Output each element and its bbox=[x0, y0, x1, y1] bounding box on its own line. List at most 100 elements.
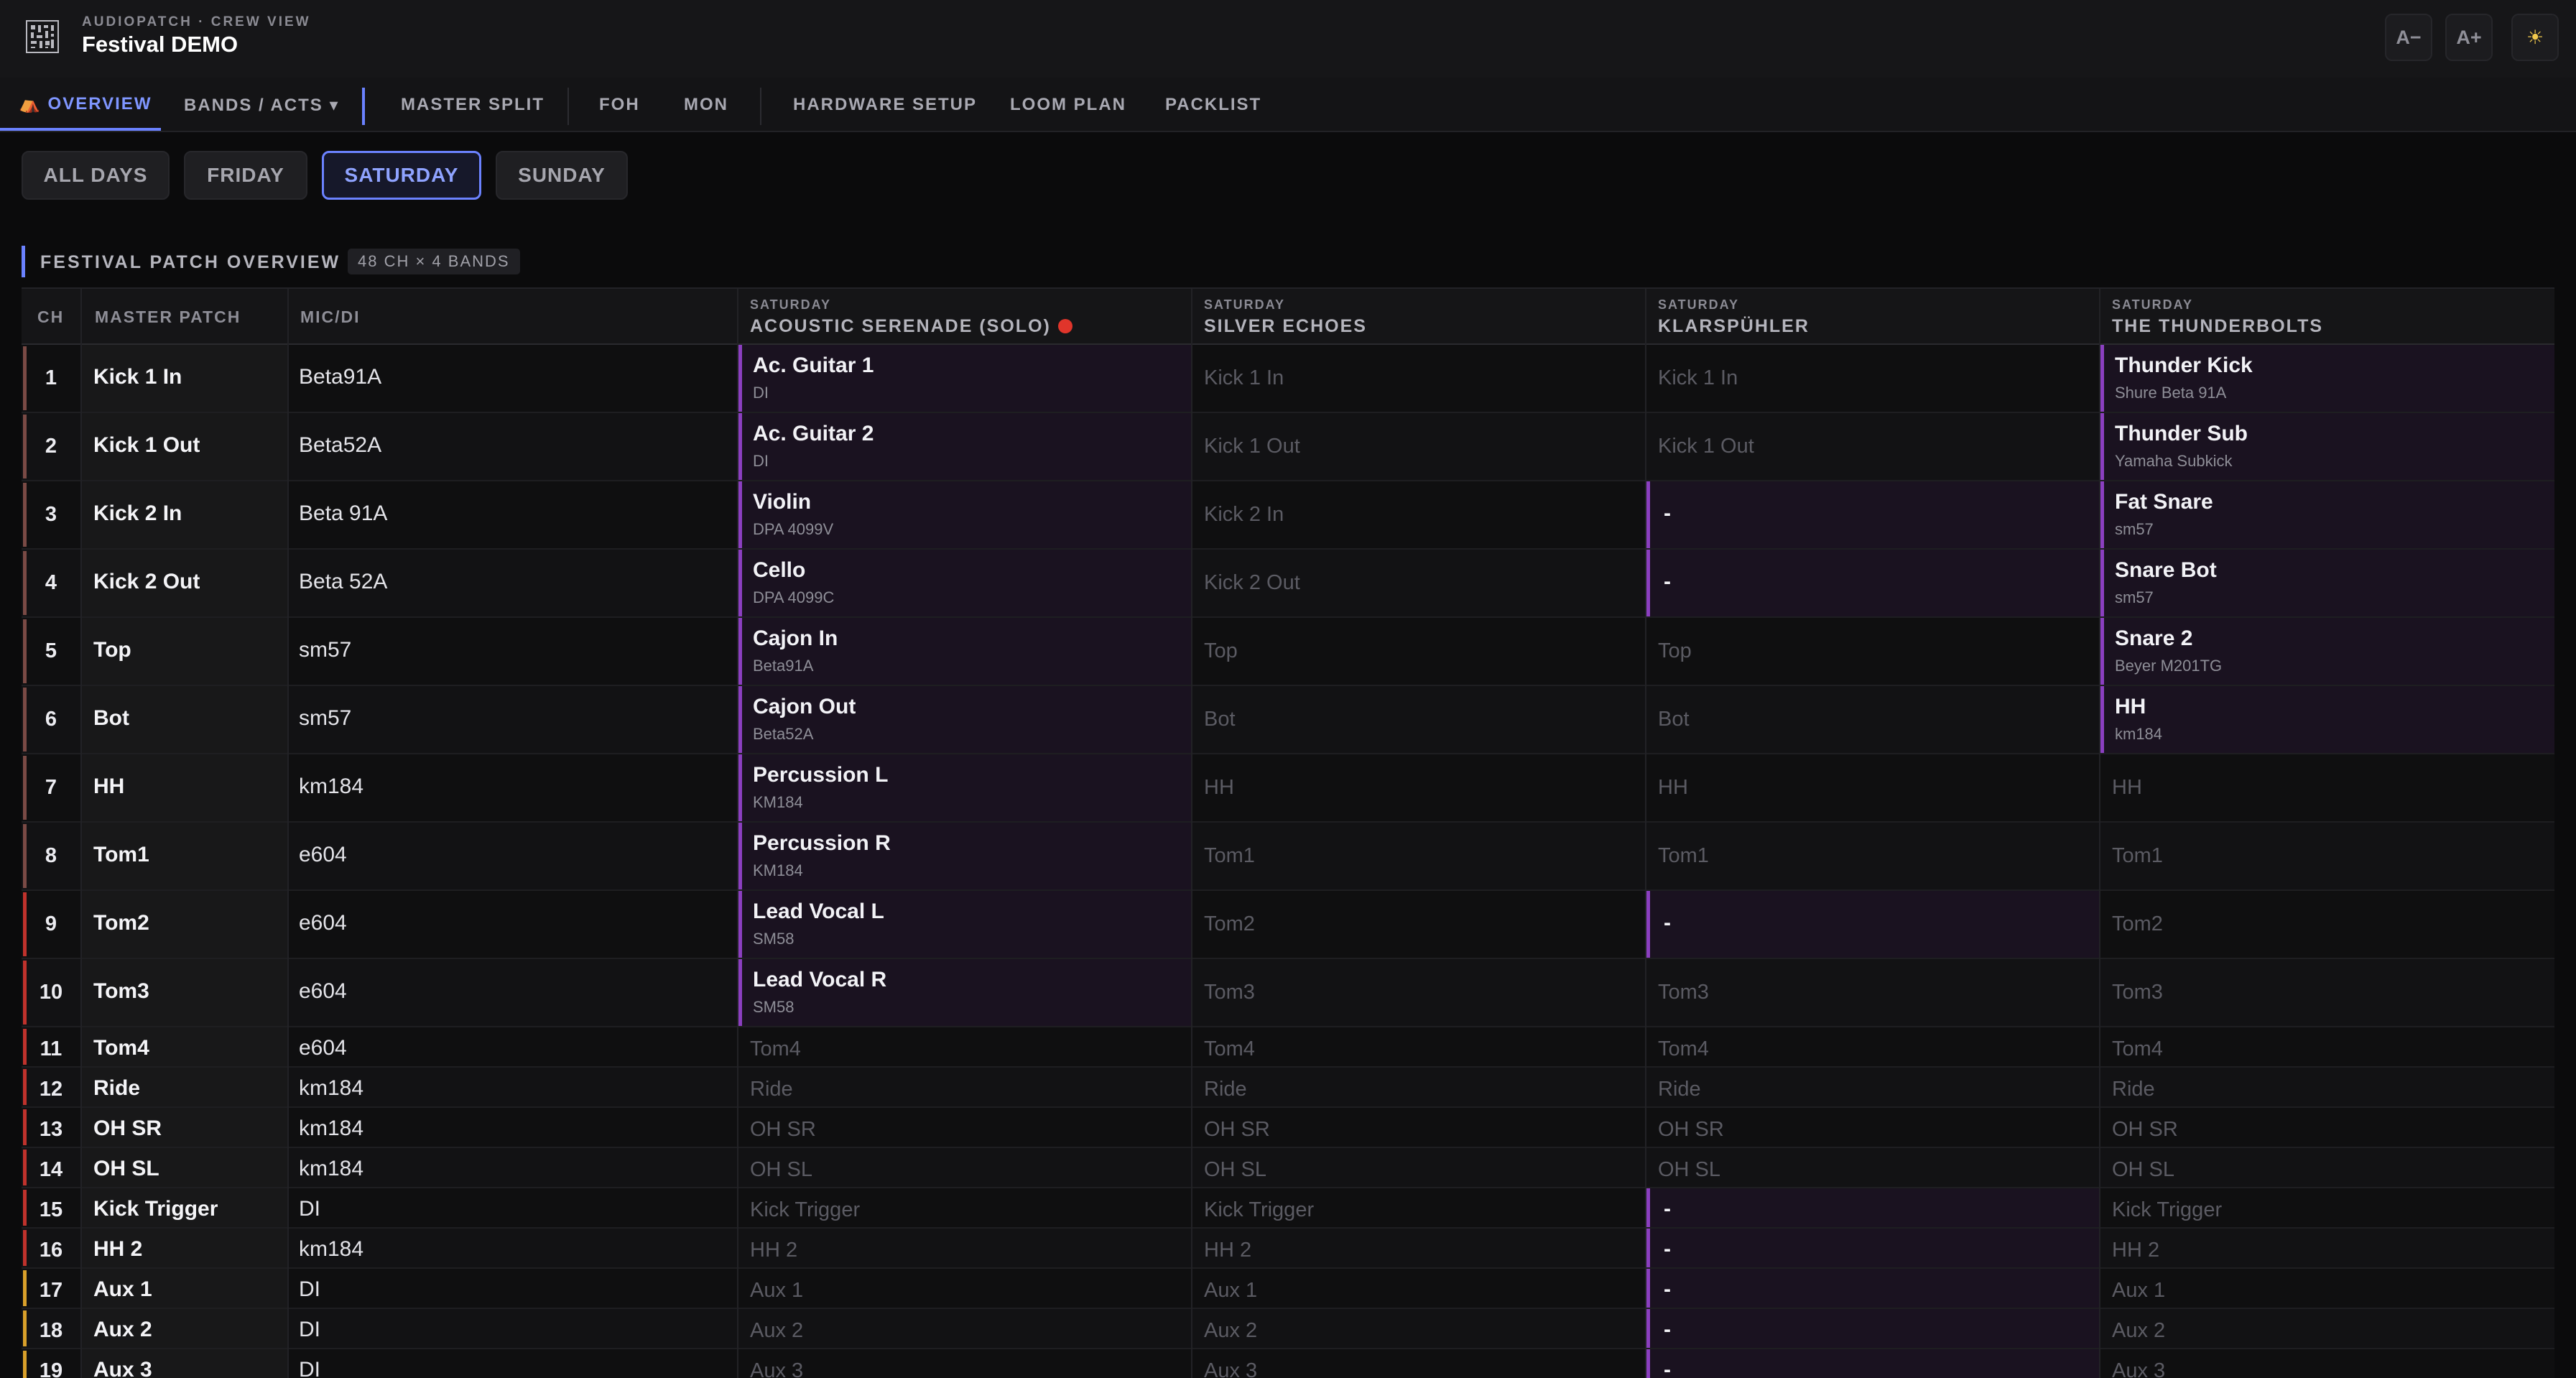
band-channel-cell[interactable]: Tom1 bbox=[1192, 823, 1645, 889]
table-row[interactable]: 8 Tom1 e604 Percussion R KM184 Tom1 Tom1 Tom1 bbox=[22, 823, 2554, 891]
tab-loom-plan[interactable]: LOOM PLAN bbox=[1010, 78, 1126, 132]
band-channel-cell[interactable]: HH 2 bbox=[738, 1229, 1191, 1267]
mic-di-value[interactable]: e604 bbox=[299, 979, 347, 1004]
band-channel-cell[interactable]: Tom3 bbox=[1646, 959, 2099, 1026]
master-patch-name[interactable]: Tom3 bbox=[93, 979, 149, 1004]
table-row[interactable]: 7 HH km184 Percussion L KM184 HH HH HH bbox=[22, 754, 2554, 823]
band-channel-cell[interactable]: Cajon In Beta91A bbox=[738, 618, 1191, 685]
table-row[interactable]: 12 Ride km184 Ride Ride Ride Ride bbox=[22, 1068, 2554, 1108]
master-patch-name[interactable]: HH bbox=[93, 774, 124, 799]
band-channel-cell[interactable]: Tom4 bbox=[1646, 1027, 2099, 1066]
mic-di-value[interactable]: Beta 91A bbox=[299, 501, 387, 526]
mic-di-value[interactable]: e604 bbox=[299, 843, 347, 867]
band-channel-cell[interactable]: HH 2 bbox=[1192, 1229, 1645, 1267]
mic-di-value[interactable]: Beta 52A bbox=[299, 570, 387, 594]
band-channel-cell[interactable]: Bot bbox=[1192, 686, 1645, 753]
band-channel-cell[interactable]: Tom3 bbox=[2100, 959, 2554, 1026]
master-patch-name[interactable]: Kick Trigger bbox=[93, 1197, 218, 1221]
table-row[interactable]: 6 Bot sm57 Cajon Out Beta52A Bot Bot HH km184 bbox=[22, 686, 2554, 754]
band-channel-cell[interactable]: - bbox=[1646, 1188, 2099, 1227]
tab-overview[interactable]: ⛺ OVERVIEW bbox=[0, 78, 161, 131]
band-channel-cell[interactable]: Ride bbox=[2100, 1068, 2554, 1106]
tab-foh[interactable]: FOH bbox=[599, 78, 640, 132]
band-channel-cell[interactable]: - bbox=[1646, 1349, 2099, 1378]
table-row[interactable]: 17 Aux 1 DI Aux 1 Aux 1 - Aux 1 bbox=[22, 1269, 2554, 1309]
mic-di-value[interactable]: km184 bbox=[299, 1157, 363, 1181]
master-patch-name[interactable]: Aux 2 bbox=[93, 1318, 152, 1342]
band-channel-cell[interactable]: Aux 2 bbox=[738, 1309, 1191, 1348]
mic-di-value[interactable]: Beta91A bbox=[299, 365, 381, 389]
band-channel-cell[interactable]: Ac. Guitar 2 DI bbox=[738, 413, 1191, 480]
master-patch-name[interactable]: Kick 1 In bbox=[93, 365, 182, 389]
master-patch-name[interactable]: Kick 2 In bbox=[93, 501, 182, 526]
band-channel-cell[interactable]: Percussion L KM184 bbox=[738, 754, 1191, 821]
band-channel-cell[interactable]: OH SR bbox=[1192, 1108, 1645, 1147]
band-channel-cell[interactable]: - bbox=[1646, 550, 2099, 616]
band-channel-cell[interactable]: OH SL bbox=[1646, 1148, 2099, 1187]
master-patch-name[interactable]: Top bbox=[93, 638, 131, 662]
band-channel-cell[interactable]: Lead Vocal R SM58 bbox=[738, 959, 1191, 1026]
band-channel-cell[interactable]: OH SR bbox=[2100, 1108, 2554, 1147]
band-channel-cell[interactable]: Kick 1 In bbox=[1192, 345, 1645, 412]
mic-di-value[interactable]: DI bbox=[299, 1358, 320, 1378]
band-channel-cell[interactable]: Aux 1 bbox=[1192, 1269, 1645, 1308]
table-row[interactable]: 18 Aux 2 DI Aux 2 Aux 2 - Aux 2 bbox=[22, 1309, 2554, 1349]
band-channel-cell[interactable]: Aux 2 bbox=[1192, 1309, 1645, 1348]
table-row[interactable]: 3 Kick 2 In Beta 91A Violin DPA 4099V Kick 2 … bbox=[22, 481, 2554, 550]
band-channel-cell[interactable]: OH SR bbox=[1646, 1108, 2099, 1147]
band-channel-cell[interactable]: - bbox=[1646, 1229, 2099, 1267]
band-channel-cell[interactable]: Ride bbox=[1192, 1068, 1645, 1106]
master-patch-name[interactable]: Bot bbox=[93, 706, 129, 731]
table-row[interactable]: 11 Tom4 e604 Tom4 Tom4 Tom4 Tom4 bbox=[22, 1027, 2554, 1068]
band-channel-cell[interactable]: Tom4 bbox=[738, 1027, 1191, 1066]
band-channel-cell[interactable]: Snare 2 Beyer M201TG bbox=[2100, 618, 2554, 685]
table-row[interactable]: 14 OH SL km184 OH SL OH SL OH SL OH SL bbox=[22, 1148, 2554, 1188]
band-channel-cell[interactable]: Kick 2 In bbox=[1192, 481, 1645, 548]
master-patch-name[interactable]: Tom1 bbox=[93, 843, 149, 867]
master-patch-name[interactable]: Kick 1 Out bbox=[93, 433, 200, 458]
band-channel-cell[interactable]: Lead Vocal L SM58 bbox=[738, 891, 1191, 958]
band-channel-cell[interactable]: Kick 1 In bbox=[1646, 345, 2099, 412]
table-row[interactable]: 5 Top sm57 Cajon In Beta91A Top Top Snare 2 Beye… bbox=[22, 618, 2554, 686]
master-patch-name[interactable]: HH 2 bbox=[93, 1237, 142, 1262]
band-channel-cell[interactable]: HH bbox=[1646, 754, 2099, 821]
band-channel-cell[interactable]: Kick 1 Out bbox=[1646, 413, 2099, 480]
band-channel-cell[interactable]: Kick Trigger bbox=[738, 1188, 1191, 1227]
band-channel-cell[interactable]: Aux 3 bbox=[738, 1349, 1191, 1378]
band-channel-cell[interactable]: Tom1 bbox=[1646, 823, 2099, 889]
band-channel-cell[interactable]: Thunder Sub Yamaha Subkick bbox=[2100, 413, 2554, 480]
band-channel-cell[interactable]: Tom1 bbox=[2100, 823, 2554, 889]
band-channel-cell[interactable]: Cajon Out Beta52A bbox=[738, 686, 1191, 753]
master-patch-name[interactable]: OH SL bbox=[93, 1157, 159, 1181]
band-channel-cell[interactable]: OH SL bbox=[2100, 1148, 2554, 1187]
mic-di-value[interactable]: Beta52A bbox=[299, 433, 381, 458]
band-channel-cell[interactable]: OH SL bbox=[738, 1148, 1191, 1187]
table-row[interactable]: 9 Tom2 e604 Lead Vocal L SM58 Tom2 - Tom2 bbox=[22, 891, 2554, 959]
mic-di-value[interactable]: sm57 bbox=[299, 706, 351, 731]
day-filter-friday[interactable]: FRIDAY bbox=[184, 151, 307, 200]
band-channel-cell[interactable]: Kick Trigger bbox=[1192, 1188, 1645, 1227]
band-channel-cell[interactable]: Ride bbox=[738, 1068, 1191, 1106]
mic-di-value[interactable]: e604 bbox=[299, 911, 347, 935]
band-channel-cell[interactable]: Kick 1 Out bbox=[1192, 413, 1645, 480]
table-row[interactable]: 13 OH SR km184 OH SR OH SR OH SR OH SR bbox=[22, 1108, 2554, 1148]
table-row[interactable]: 4 Kick 2 Out Beta 52A Cello DPA 4099C Kick 2 … bbox=[22, 550, 2554, 618]
table-row[interactable]: 10 Tom3 e604 Lead Vocal R SM58 Tom3 Tom3 Tom3 bbox=[22, 959, 2554, 1027]
table-row[interactable]: 15 Kick Trigger DI Kick Trigger Kick Trigger… bbox=[22, 1188, 2554, 1229]
master-patch-name[interactable]: OH SR bbox=[93, 1116, 162, 1141]
band-channel-cell[interactable]: Tom2 bbox=[2100, 891, 2554, 958]
band-channel-cell[interactable]: Aux 3 bbox=[2100, 1349, 2554, 1378]
table-row[interactable]: 1 Kick 1 In Beta91A Ac. Guitar 1 DI Kick 1 In… bbox=[22, 345, 2554, 413]
band-channel-cell[interactable]: - bbox=[1646, 1309, 2099, 1348]
band-channel-cell[interactable]: Thunder Kick Shure Beta 91A bbox=[2100, 345, 2554, 412]
band-channel-cell[interactable]: Violin DPA 4099V bbox=[738, 481, 1191, 548]
theme-toggle-button[interactable]: ☀ bbox=[2511, 14, 2559, 61]
master-patch-name[interactable]: Kick 2 Out bbox=[93, 570, 200, 594]
band-channel-cell[interactable]: Percussion R KM184 bbox=[738, 823, 1191, 889]
tab-mon[interactable]: MON bbox=[684, 78, 728, 132]
band-channel-cell[interactable]: HH km184 bbox=[2100, 686, 2554, 753]
master-patch-name[interactable]: Tom2 bbox=[93, 911, 149, 935]
band-channel-cell[interactable]: HH bbox=[2100, 754, 2554, 821]
band-channel-cell[interactable]: Ride bbox=[1646, 1068, 2099, 1106]
day-filter-all-days[interactable]: ALL DAYS bbox=[22, 151, 170, 200]
